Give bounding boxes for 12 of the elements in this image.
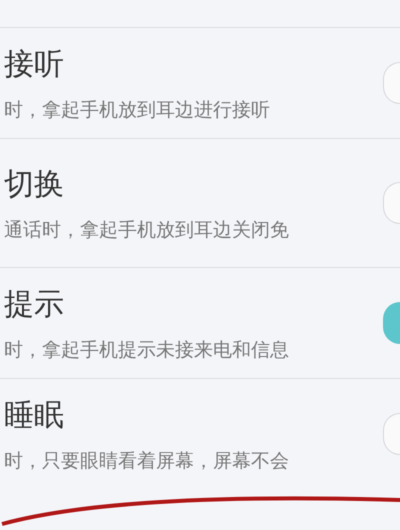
setting-description: 时，拿起手机提示未接来电和信息 bbox=[4, 338, 289, 362]
setting-title: 接听 bbox=[4, 46, 65, 84]
setting-title: 切换 bbox=[4, 166, 65, 204]
toggle-switch[interactable] bbox=[383, 302, 400, 344]
setting-title: 提示 bbox=[4, 286, 65, 324]
setting-description: 时，拿起手机放到耳边进行接听 bbox=[4, 98, 270, 122]
setting-description: 时，只要眼睛看着屏幕，屏幕不会 bbox=[4, 448, 289, 474]
setting-description: 通话时，拿起手机放到耳边关闭免 bbox=[4, 218, 289, 242]
toggle-switch[interactable] bbox=[383, 182, 400, 224]
toggle-switch[interactable] bbox=[383, 413, 400, 455]
setting-title: 睡眠 bbox=[4, 396, 65, 434]
toggle-switch[interactable] bbox=[383, 62, 400, 104]
